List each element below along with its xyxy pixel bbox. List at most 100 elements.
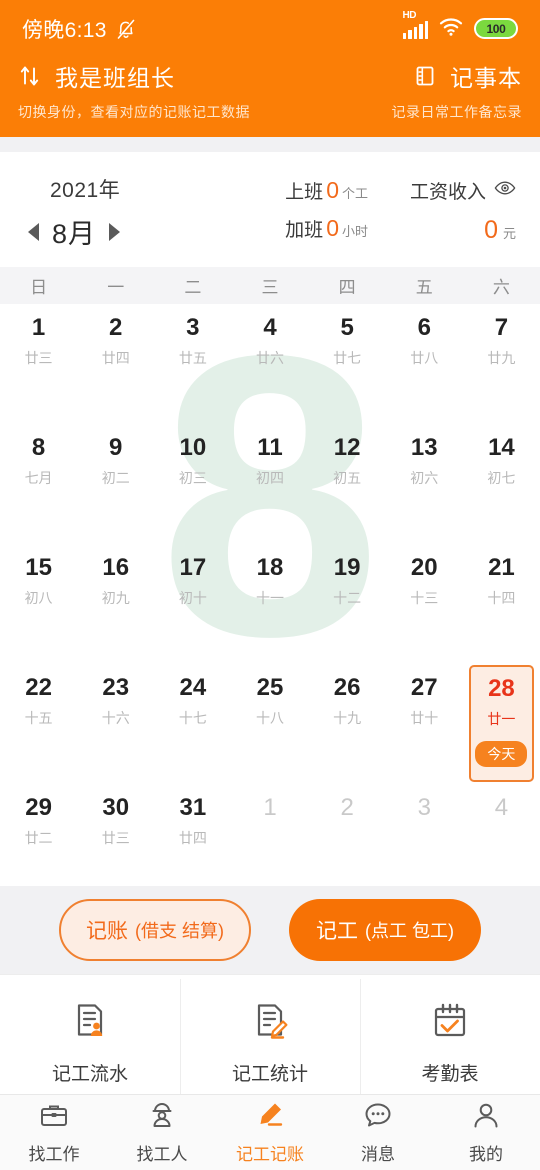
calendar-day-lunar: 廿五 <box>178 350 207 367</box>
calendar-day[interactable]: 3 廿五 <box>154 304 231 424</box>
calendar-day-number: 23 <box>102 674 130 701</box>
calendar-day[interactable]: 5 廿七 <box>309 304 386 424</box>
calendar-day[interactable]: 27 廿十 <box>386 664 463 784</box>
ledger-button-sub: (借支 结算) <box>135 921 224 941</box>
worklog-button[interactable]: 记工 (点工 包工) <box>289 899 481 961</box>
calendar-day[interactable]: 3 <box>386 784 463 886</box>
calendar-day[interactable]: 24 十七 <box>154 664 231 784</box>
calendar-day[interactable]: 26 十九 <box>309 664 386 784</box>
status-bar-left: 傍晚6:13 <box>22 14 136 44</box>
calendar-day-lunar: 初十 <box>178 590 207 607</box>
tab-记工记账[interactable]: 记工记账 <box>216 1100 324 1165</box>
feature-item[interactable]: 记工统计 <box>180 975 360 1108</box>
tab-label: 找工人 <box>136 1145 188 1164</box>
tab-找工人[interactable]: 找工人 <box>108 1100 216 1165</box>
calendar-day-number: 14 <box>488 434 515 461</box>
notebook-icon <box>413 64 437 88</box>
worklog-button-main: 记工 <box>316 920 358 943</box>
salary-unit: 元 <box>502 226 516 241</box>
status-bar-right: HD 100 <box>402 10 518 41</box>
notebook-label: 记事本 <box>450 65 522 91</box>
calendar-day-number: 4 <box>263 314 277 341</box>
calendar-day[interactable]: 4 廿六 <box>231 304 308 424</box>
ledger-button[interactable]: 记账 (借支 结算) <box>59 899 251 961</box>
calendar-day[interactable]: 4 <box>463 784 540 886</box>
status-bar: 傍晚6:13 HD 100 <box>0 0 540 57</box>
calendar-day-lunar: 廿十 <box>410 710 439 727</box>
calendar-day-number: 11 <box>257 434 283 461</box>
feature-item[interactable]: 记工流水 <box>0 975 180 1086</box>
calendar-day[interactable]: 12 初五 <box>309 424 386 544</box>
weekday-label: 二 <box>184 278 202 297</box>
calendar-day[interactable]: 22 十五 <box>0 664 77 784</box>
action-bar: 记账 (借支 结算) 记工 (点工 包工) <box>0 886 540 974</box>
salary-label: 工资收入 <box>409 182 486 203</box>
calendar-day-number: 10 <box>179 434 207 461</box>
eye-icon[interactable] <box>494 180 516 201</box>
tab-消息[interactable]: 消息 <box>324 1100 432 1165</box>
calendar-day-number: 30 <box>102 794 130 821</box>
calendar-day[interactable]: 21 十四 <box>463 544 540 664</box>
calendar-day[interactable]: 1 廿三 <box>0 304 77 424</box>
overtime-label: 加班 <box>285 220 324 241</box>
calendar-day-lunar: 初九 <box>101 590 130 607</box>
calendar-day[interactable]: 30 廿三 <box>77 784 154 886</box>
calendar-day[interactable]: 16 初九 <box>77 544 154 664</box>
ledger-button-main: 记账 <box>86 920 128 943</box>
document-person-icon <box>67 997 113 1048</box>
calendar-day[interactable]: 6 廿八 <box>386 304 463 424</box>
calendar-day[interactable]: 29 廿二 <box>0 784 77 886</box>
prev-month-button[interactable] <box>28 222 39 241</box>
calendar-day-number: 12 <box>333 434 361 461</box>
tab-label: 消息 <box>361 1145 395 1164</box>
identity-switcher[interactable]: 我是班组长 切换身份，查看对应的记账记工数据 <box>18 57 250 122</box>
calendar-day[interactable]: 7 廿九 <box>463 304 540 424</box>
calendar-day[interactable]: 1 <box>231 784 308 886</box>
calendar-day[interactable]: 2 <box>309 784 386 886</box>
calendar-day[interactable]: 8 七月 <box>0 424 77 544</box>
calendar-day-lunar: 十四 <box>487 590 516 607</box>
calendar-day[interactable]: 25 十八 <box>231 664 308 784</box>
calendar-day-lunar: 初八 <box>24 590 53 607</box>
calendar-day-number: 17 <box>179 554 207 581</box>
calendar-day[interactable]: 20 十三 <box>386 544 463 664</box>
calendar-day-today[interactable]: 28 廿一 今天 <box>468 665 534 782</box>
tab-label: 找工作 <box>28 1145 80 1164</box>
calendar-day-lunar: 十六 <box>101 710 130 727</box>
workday-value: 0 <box>326 177 339 203</box>
calendar-day[interactable]: 10 初三 <box>154 424 231 544</box>
calendar-day[interactable]: 19 十二 <box>309 544 386 664</box>
calendar-day-number: 1 <box>263 794 277 821</box>
calendar-day[interactable]: 15 初八 <box>0 544 77 664</box>
calendar-day[interactable]: 2 廿四 <box>77 304 154 424</box>
calendar-day[interactable]: 31 廿四 <box>154 784 231 886</box>
bell-off-icon <box>116 18 136 40</box>
calendar-day-lunar: 初二 <box>101 470 130 487</box>
calendar-day-lunar: 初六 <box>410 470 439 487</box>
tab-我的[interactable]: 我的 <box>432 1100 540 1165</box>
identity-title: 我是班组长 <box>55 65 175 91</box>
calendar-day-number: 7 <box>494 314 509 341</box>
calendar-day-number: 15 <box>25 554 52 581</box>
section-divider <box>0 137 540 152</box>
worklog-button-sub: (点工 包工) <box>365 921 454 941</box>
feature-item[interactable]: 考勤表 <box>360 975 540 1108</box>
calendar-day[interactable]: 23 十六 <box>77 664 154 784</box>
weekday-label: 四 <box>338 278 356 297</box>
calendar-day-number: 9 <box>109 434 123 461</box>
next-month-button[interactable] <box>109 222 121 241</box>
calendar-day[interactable]: 11 初四 <box>231 424 308 544</box>
calendar-day-number: 1 <box>31 314 46 341</box>
weekday-label: 日 <box>30 278 48 297</box>
tab-找工作[interactable]: 找工作 <box>0 1100 108 1165</box>
year-label: 2021年 <box>50 179 121 202</box>
calendar-day[interactable]: 17 初十 <box>154 544 231 664</box>
calendar-day[interactable]: 18 十一 <box>231 544 308 664</box>
calendar-day[interactable]: 14 初七 <box>463 424 540 544</box>
calendar-day-number: 20 <box>410 554 438 581</box>
calendar-day-lunar: 十一 <box>255 590 284 607</box>
notebook-entry[interactable]: 记事本 记录日常工作备忘录 <box>392 57 523 122</box>
calendar-day[interactable]: 13 初六 <box>386 424 463 544</box>
calendar-grid: 1 廿三 2 廿四 3 廿五 4 廿六 5 廿七 6 廿八 7 廿九 8 七月 9 初二 10 初三 11 初四 12 初五 1… <box>0 304 540 886</box>
calendar-day[interactable]: 9 初二 <box>77 424 154 544</box>
